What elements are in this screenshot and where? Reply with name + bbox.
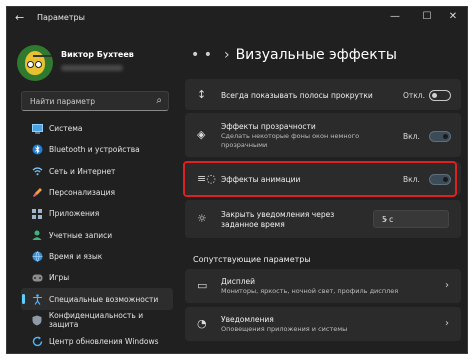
app-title: Параметры	[37, 13, 85, 22]
sidebar-item-label: Система	[49, 124, 83, 134]
setting-title: Эффекты прозрачности	[221, 122, 316, 131]
brush-icon	[31, 187, 43, 199]
related-title: Дисплей	[221, 277, 256, 286]
avatar-face-icon	[25, 51, 53, 75]
sidebar-item-label: Учетные записи	[49, 230, 113, 240]
sidebar-item-network[interactable]: Сеть и Интернет	[21, 161, 173, 182]
transparency-toggle[interactable]	[429, 131, 451, 142]
related-title: Уведомления	[221, 315, 274, 324]
shield-icon	[31, 314, 43, 326]
breadcrumb-overflow[interactable]: • •	[191, 47, 212, 63]
sidebar-item-label: Время и язык	[49, 251, 103, 261]
chevron-down-icon: ⌄	[382, 214, 389, 223]
user-email-blurred	[61, 65, 123, 71]
breadcrumb: • • › Визуальные эффекты	[191, 47, 397, 63]
transparency-icon: ◈	[197, 128, 206, 141]
gamepad-icon	[31, 272, 43, 284]
sidebar-item-system[interactable]: Система	[21, 118, 173, 139]
sidebar-item-label: Приложения	[49, 209, 100, 219]
scrollbar-arrows-icon: ↕	[197, 88, 207, 101]
search-placeholder: Найти параметр	[30, 97, 95, 106]
user-name: Виктор Бухтеев	[61, 50, 134, 59]
sidebar-item-label: Центр обновления Windows	[49, 337, 159, 347]
avatar[interactable]	[17, 45, 53, 81]
person-icon	[31, 229, 43, 241]
bell-icon: ◔	[197, 317, 207, 330]
sidebar-item-windows-update[interactable]: Центр обновления Windows	[21, 331, 173, 352]
setting-subtitle: Сделать некоторые фоны окон немного проз…	[221, 132, 360, 149]
page-title: Визуальные эффекты	[235, 47, 397, 63]
display-icon: ▭	[197, 279, 208, 292]
setting-title: Всегда показывать полосы прокрутки	[221, 91, 373, 100]
chevron-right-icon: ›	[445, 318, 449, 329]
apps-icon	[31, 208, 43, 220]
setting-transparency: ◈ Эффекты прозрачности Сделать некоторые…	[185, 113, 461, 157]
highlight-frame	[183, 161, 457, 197]
sidebar-item-label: Специальные возможности	[49, 294, 159, 304]
search-icon: ⌕	[156, 95, 162, 106]
setting-title: Закрыть уведомления через заданное время	[221, 210, 335, 229]
related-display[interactable]: ▭ Дисплей Мониторы, яркость, ночной свет…	[185, 269, 461, 303]
sidebar-item-bluetooth[interactable]: Bluetooth и устройства	[21, 139, 173, 160]
chevron-right-icon: ›	[445, 280, 449, 291]
wifi-icon	[31, 165, 43, 177]
setting-state: Откл.	[403, 91, 425, 100]
close-button[interactable]: ✕	[443, 11, 463, 22]
setting-state: Вкл.	[403, 132, 420, 141]
related-subtitle: Оповещения приложения и системы	[221, 325, 348, 333]
notification-timeout-select[interactable]: 5 с ⌄	[373, 210, 449, 228]
sidebar-item-label: Конфиденциальность и защита	[48, 311, 144, 330]
globe-icon	[31, 250, 43, 262]
related-notifications[interactable]: ◔ Уведомления Оповещения приложения и си…	[185, 307, 461, 341]
sidebar-item-label: Сеть и Интернет	[49, 166, 116, 176]
sidebar-item-label: Игры	[49, 273, 70, 283]
related-heading: Сопутствующие параметры	[193, 255, 311, 264]
sidebar-item-gaming[interactable]: Игры	[21, 267, 173, 288]
sidebar-item-time-language[interactable]: Время и язык	[21, 246, 173, 267]
accessibility-icon	[31, 293, 43, 305]
maximize-button[interactable]: ☐	[417, 11, 437, 22]
setting-scrollbars: ↕ Всегда показывать полосы прокрутки Отк…	[185, 79, 461, 110]
sidebar-item-apps[interactable]: Приложения	[21, 203, 173, 224]
update-icon	[31, 336, 43, 348]
sidebar-item-label: Персонализация	[49, 188, 115, 198]
related-subtitle: Мониторы, яркость, ночной свет, профиль …	[221, 287, 399, 295]
sidebar-nav: Система Bluetooth и устройства Сеть и Ин…	[21, 118, 173, 352]
breadcrumb-separator: ›	[223, 47, 230, 63]
sidebar-item-personalization[interactable]: Персонализация	[21, 182, 173, 203]
settings-window: ← Параметры — ☐ ✕ Виктор Бухтеев Найти п…	[6, 6, 468, 354]
monitor-icon	[31, 123, 43, 135]
back-arrow-icon[interactable]: ←	[15, 11, 24, 24]
sidebar-item-label: Bluetooth и устройства	[49, 145, 140, 155]
minimize-button[interactable]: —	[385, 11, 405, 22]
search-input[interactable]: Найти параметр ⌕	[21, 91, 169, 111]
bluetooth-icon	[31, 144, 43, 156]
title-bar: ← Параметры — ☐ ✕	[7, 7, 467, 29]
sidebar-item-accessibility[interactable]: Специальные возможности	[21, 288, 173, 310]
sidebar-item-privacy[interactable]: Конфиденциальность и защита	[21, 310, 173, 331]
scrollbars-toggle[interactable]	[429, 90, 451, 101]
sidebar-item-accounts[interactable]: Учетные записи	[21, 224, 173, 245]
sun-icon: ☼	[197, 212, 207, 225]
